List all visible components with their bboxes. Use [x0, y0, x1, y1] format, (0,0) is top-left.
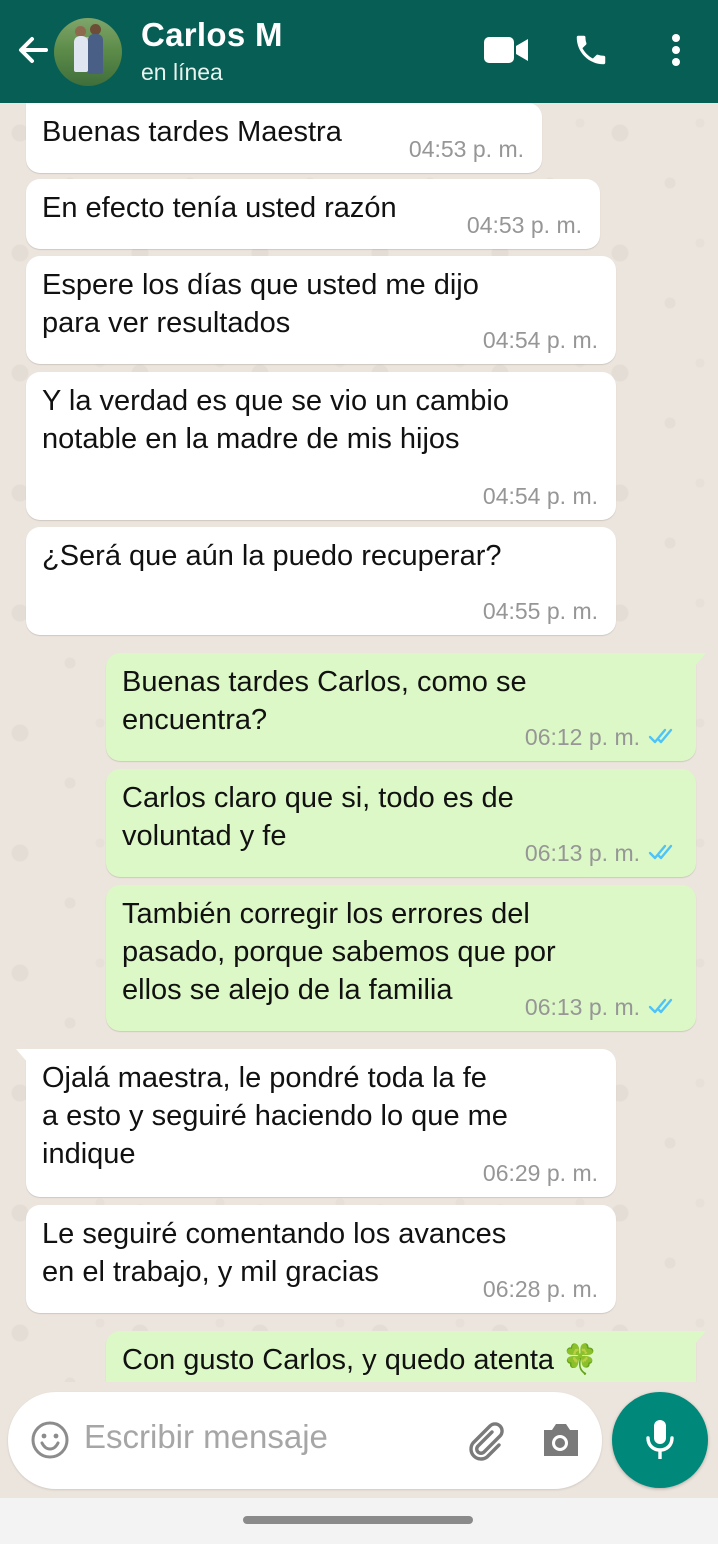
read-ticks-icon: [648, 724, 678, 751]
emoji-icon[interactable]: [30, 1420, 70, 1460]
read-ticks-icon: [648, 840, 678, 867]
message-bubble-incoming[interactable]: Espere los días que usted me dijo para v…: [26, 256, 616, 364]
camera-icon[interactable]: [538, 1420, 582, 1460]
phone-icon[interactable]: [568, 28, 614, 72]
message-time: 04:53 p. m.: [466, 212, 582, 238]
message-time: 04:53 p. m.: [408, 136, 524, 162]
message-bubble-incoming[interactable]: En efecto tenía usted razón 04:53 p. m.: [26, 179, 600, 249]
video-call-icon[interactable]: [480, 28, 532, 72]
message-text: Con gusto Carlos, y quedo atenta 🍀: [122, 1344, 599, 1376]
more-options-icon[interactable]: [656, 28, 696, 72]
message-time: 06:13 p. m.: [525, 840, 678, 867]
mic-icon: [646, 1420, 674, 1459]
composer-bar: Escribir mensaje: [8, 1392, 602, 1489]
message-time: 06:29 p. m.: [482, 1160, 598, 1186]
chat-header: Carlos M en línea: [0, 0, 718, 103]
read-ticks-icon: [648, 994, 678, 1021]
message-time: 04:55 p. m.: [482, 598, 598, 624]
message-time: 04:54 p. m.: [482, 327, 598, 353]
message-text: También corregir los errores del pasado,…: [122, 898, 556, 1006]
home-indicator[interactable]: [243, 1516, 473, 1524]
message-time: 06:12 p. m.: [525, 724, 678, 751]
message-bubble-outgoing[interactable]: Carlos claro que si, todo es de voluntad…: [106, 769, 696, 877]
message-bubble-incoming[interactable]: Ojalá maestra, le pondré toda la fe a es…: [16, 1049, 616, 1197]
mic-button[interactable]: [612, 1392, 708, 1488]
contact-status: en línea: [141, 59, 223, 85]
message-text: ¿Será que aún la puedo recuperar?: [42, 540, 502, 572]
message-bubble-outgoing[interactable]: Buenas tardes Carlos, como se encuentra?…: [106, 653, 706, 761]
message-input[interactable]: Escribir mensaje: [84, 1418, 328, 1456]
message-time: 06:28 p. m.: [482, 1276, 598, 1302]
message-text: Y la verdad es que se vio un cambio nota…: [42, 385, 509, 455]
message-bubble-outgoing[interactable]: Con gusto Carlos, y quedo atenta 🍀: [106, 1331, 706, 1382]
avatar[interactable]: [54, 18, 122, 86]
message-time: 06:13 p. m.: [525, 994, 678, 1021]
contact-name[interactable]: Carlos M: [141, 16, 283, 54]
message-bubble-outgoing[interactable]: También corregir los errores del pasado,…: [106, 885, 696, 1031]
back-arrow-icon[interactable]: [10, 28, 54, 72]
message-text: Ojalá maestra, le pondré toda la fe a es…: [42, 1062, 508, 1170]
message-bubble-incoming[interactable]: Buenas tardes Maestra 04:53 p. m.: [26, 103, 542, 173]
message-bubble-incoming[interactable]: ¿Será que aún la puedo recuperar? 04:55 …: [26, 527, 616, 635]
message-bubble-incoming[interactable]: Le seguiré comentando los avances en el …: [26, 1205, 616, 1313]
message-bubble-incoming[interactable]: Y la verdad es que se vio un cambio nota…: [26, 372, 616, 520]
message-time: 04:54 p. m.: [482, 483, 598, 509]
attach-icon[interactable]: [462, 1418, 506, 1462]
message-list[interactable]: Buenas tardes Maestra 04:53 p. m. En efe…: [0, 103, 718, 1382]
